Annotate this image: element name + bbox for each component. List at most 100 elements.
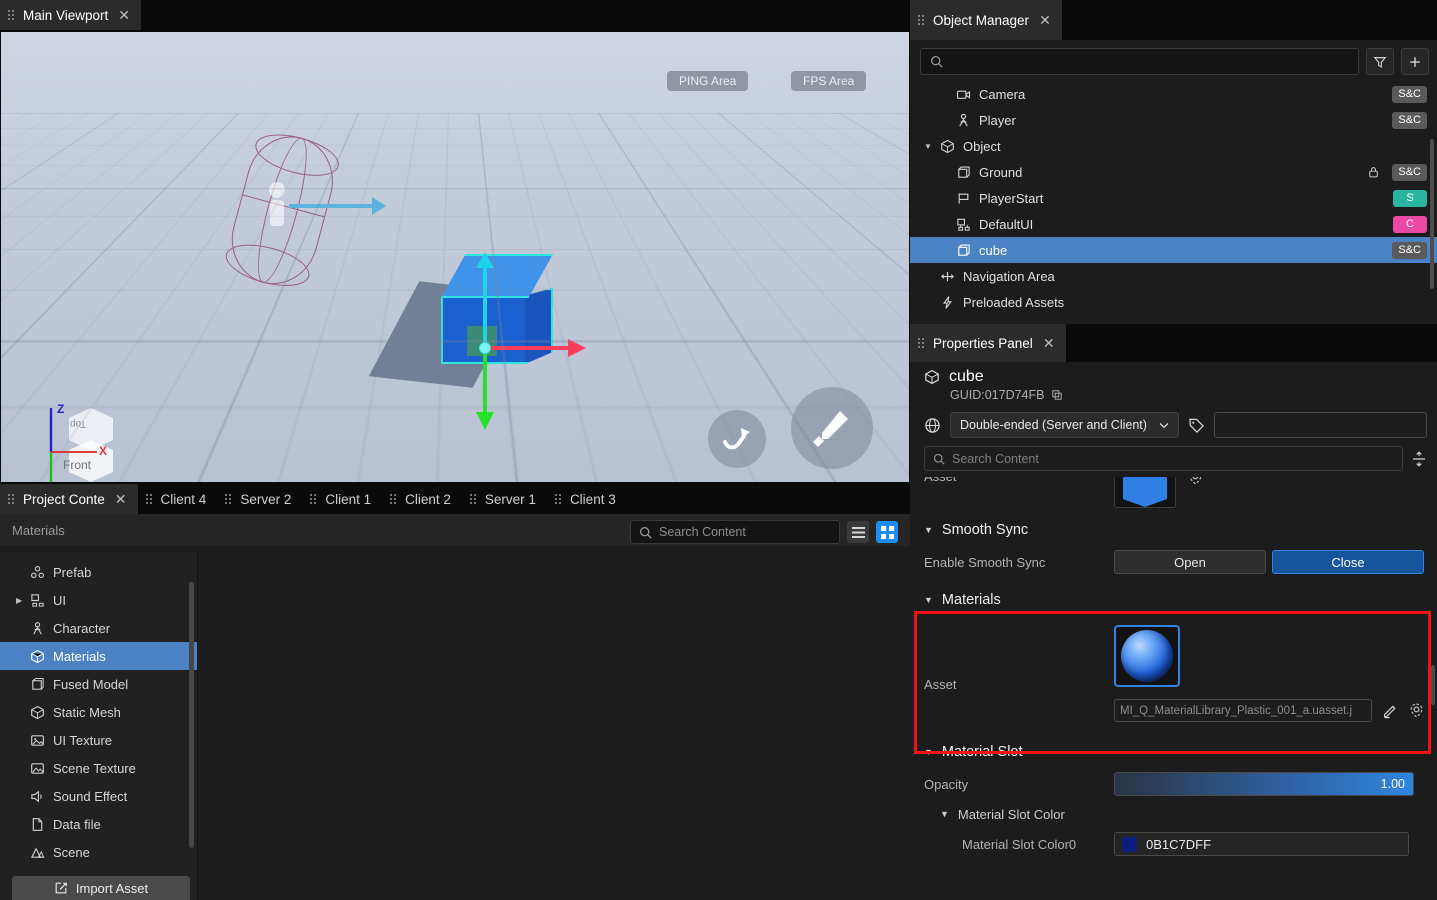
caret-icon[interactable]: ▶ — [16, 596, 22, 605]
list-view-icon[interactable] — [847, 521, 869, 543]
close-button[interactable]: Close — [1272, 550, 1424, 574]
drag-handle-icon[interactable] — [310, 493, 318, 505]
properties-scrollbar[interactable] — [1431, 665, 1435, 705]
asset-grid[interactable] — [198, 552, 910, 900]
gizmo-center-handle[interactable] — [479, 342, 491, 354]
object-row-playerstart[interactable]: PlayerStart S — [910, 185, 1437, 211]
tree-item-materials[interactable]: Materials — [0, 642, 197, 670]
import-asset-button[interactable]: Import Asset — [12, 876, 190, 900]
mesh-asset-thumbnail[interactable] — [1114, 477, 1176, 508]
tab-project-content[interactable]: Project Conte ✕ — [0, 484, 138, 514]
tree-scrollbar[interactable] — [189, 582, 194, 848]
object-row-camera[interactable]: Camera S&C — [910, 81, 1437, 107]
drag-handle-icon[interactable] — [918, 14, 926, 26]
drag-handle-icon[interactable] — [225, 493, 233, 505]
close-icon[interactable]: ✕ — [115, 492, 127, 506]
section-materials[interactable]: ▼ Materials — [910, 585, 1437, 615]
collapse-all-icon[interactable] — [1411, 450, 1427, 467]
tree-item-prefab[interactable]: Prefab — [0, 558, 197, 586]
asset-type-tree: Prefab ▶ UI Character Materials Fused Mo… — [0, 552, 198, 900]
plus-icon[interactable] — [1401, 48, 1429, 75]
drag-handle-icon[interactable] — [554, 493, 563, 505]
object-row-preloaded-assets[interactable]: Preloaded Assets — [910, 289, 1437, 315]
fps-area-button[interactable]: FPS Area — [791, 71, 867, 91]
object-row-player[interactable]: Player S&C — [910, 107, 1437, 133]
object-search-input[interactable] — [920, 48, 1359, 75]
tree-item-ui[interactable]: ▶ UI — [0, 586, 197, 614]
caret-icon[interactable]: ▼ — [924, 747, 933, 757]
properties-search-input[interactable]: Search Content — [924, 446, 1403, 471]
tag-input[interactable] — [1213, 412, 1427, 438]
gizmo-axis-y-head[interactable] — [476, 412, 494, 430]
pencil-icon[interactable] — [1382, 703, 1398, 719]
copy-icon[interactable] — [1051, 389, 1063, 401]
section-material-slot[interactable]: ▼ Material Slot — [910, 737, 1437, 767]
drag-handle-icon[interactable] — [145, 493, 154, 505]
tab-object-manager[interactable]: Object Manager ✕ — [910, 0, 1062, 40]
object-row-object[interactable]: ▼ Object — [910, 133, 1437, 159]
search-input[interactable]: Search Content — [630, 520, 840, 544]
tree-item-data-file[interactable]: Data file — [0, 810, 197, 838]
tab-client-1[interactable]: Client 1 — [302, 484, 382, 514]
drag-handle-icon[interactable] — [918, 337, 926, 349]
close-icon[interactable]: ✕ — [118, 8, 130, 22]
drag-handle-icon[interactable] — [8, 9, 16, 21]
close-icon[interactable]: ✕ — [1039, 13, 1051, 27]
object-row-navigation-area[interactable]: Navigation Area — [910, 263, 1437, 289]
viewport-canvas[interactable]: PING Area FPS Area Z X Front Top — [1, 32, 909, 482]
gizmo-axis-x-head[interactable] — [568, 339, 586, 357]
transform-gizmo[interactable] — [442, 252, 602, 430]
caret-icon[interactable]: ▼ — [940, 809, 949, 819]
jump-button[interactable] — [708, 410, 766, 468]
object-row-defaultui[interactable]: DefaultUI C — [910, 211, 1437, 237]
tree-item-sound-effect[interactable]: Sound Effect — [0, 782, 197, 810]
tree-item-ui-texture[interactable]: UI Texture — [0, 726, 197, 754]
tree-item-static-mesh[interactable]: Static Mesh — [0, 698, 197, 726]
properties-scroll-area[interactable]: Asset ▼ Smooth Sync Enable Smooth Sync O… — [910, 477, 1437, 897]
drag-handle-icon[interactable] — [469, 493, 478, 505]
caret-icon[interactable]: ▼ — [924, 142, 932, 151]
tab-client-2[interactable]: Client 2 — [382, 484, 462, 514]
subsection-material-slot-color[interactable]: ▼ Material Slot Color — [910, 801, 1437, 827]
axis-face-front[interactable]: Front — [63, 458, 91, 472]
gizmo-axis-z-head[interactable] — [476, 252, 494, 268]
gizmo-axis-x[interactable] — [485, 346, 571, 350]
tag-icon[interactable] — [1188, 417, 1205, 434]
axis-face-top[interactable]: Top — [70, 418, 86, 429]
caret-icon[interactable]: ▼ — [924, 595, 933, 605]
tab-properties-panel[interactable]: Properties Panel ✕ — [910, 324, 1066, 362]
grid-view-icon[interactable] — [876, 521, 898, 543]
tree-item-character[interactable]: Character — [0, 614, 197, 642]
opacity-slider[interactable]: 1.00 — [1114, 772, 1414, 796]
drag-handle-icon[interactable] — [8, 493, 16, 505]
open-button[interactable]: Open — [1114, 550, 1266, 574]
material-slot-color0-input[interactable]: 0B1C7DFF — [1114, 832, 1409, 856]
gizmo-axis-z[interactable] — [483, 262, 487, 350]
tree-item-scene-texture[interactable]: Scene Texture — [0, 754, 197, 782]
lock-icon[interactable] — [1367, 165, 1380, 179]
tab-client-4[interactable]: Client 4 — [138, 484, 218, 514]
locate-icon[interactable] — [1408, 702, 1425, 719]
object-row-cube[interactable]: cube S&C — [910, 237, 1437, 263]
attack-button[interactable] — [791, 387, 873, 469]
close-icon[interactable]: ✕ — [1043, 336, 1055, 350]
locate-icon[interactable] — [1187, 477, 1204, 486]
gizmo-axis-y[interactable] — [483, 348, 487, 422]
object-row-ground[interactable]: Ground S&C — [910, 159, 1437, 185]
drag-handle-icon[interactable] — [390, 493, 398, 505]
material-asset-thumbnail[interactable] — [1114, 625, 1180, 687]
object-tree-scrollbar[interactable] — [1430, 139, 1434, 289]
ping-area-button[interactable]: PING Area — [667, 71, 749, 91]
section-smooth-sync[interactable]: ▼ Smooth Sync — [910, 515, 1437, 545]
tab-main-viewport[interactable]: Main Viewport ✕ — [0, 0, 142, 30]
tree-item-scene[interactable]: Scene — [0, 838, 197, 866]
caret-icon[interactable]: ▼ — [924, 525, 933, 535]
filter-icon[interactable] — [1366, 48, 1394, 75]
material-path-input[interactable]: MI_Q_MaterialLibrary_Plastic_001_a.uasse… — [1114, 699, 1372, 722]
tab-client-3[interactable]: Client 3 — [547, 484, 627, 514]
tab-server-2[interactable]: Server 2 — [217, 484, 302, 514]
axis-orientation-gizmo[interactable]: Z X Y Front Top — [39, 400, 129, 482]
tab-server-1[interactable]: Server 1 — [462, 484, 547, 514]
tree-item-fused-model[interactable]: Fused Model — [0, 670, 197, 698]
network-mode-select[interactable]: Double-ended (Server and Client) — [950, 412, 1179, 438]
